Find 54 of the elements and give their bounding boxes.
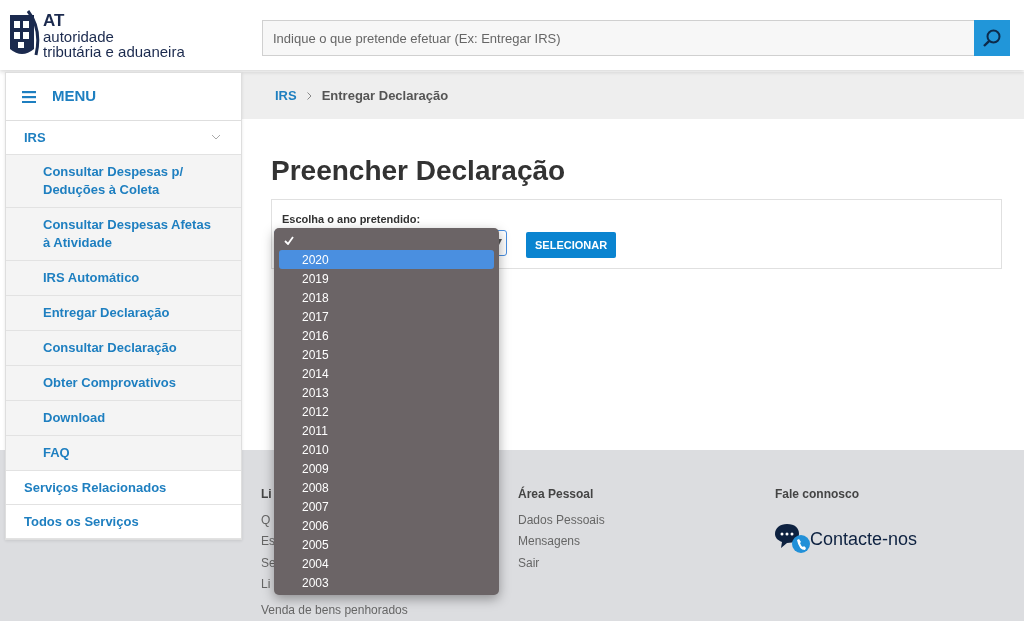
dropdown-option[interactable]: 2003	[279, 573, 494, 593]
footer-link[interactable]: Venda de bens penhorados	[261, 599, 408, 621]
footer-heading: Fale connosco	[775, 485, 860, 502]
dropdown-option[interactable]: 2011	[279, 421, 494, 441]
dropdown-option[interactable]: 2015	[279, 345, 494, 365]
dropdown-option[interactable]: 2007	[279, 497, 494, 517]
dropdown-option[interactable]: 2016	[279, 326, 494, 346]
breadcrumb-link[interactable]: Entregar Declaração	[321, 85, 449, 106]
dropdown-option[interactable]: 2005	[279, 535, 494, 555]
submenu-item[interactable]: Download	[6, 401, 241, 436]
dropdown-option[interactable]: 2008	[279, 478, 494, 498]
dropdown-option[interactable]: 2013	[279, 383, 494, 403]
submenu-item[interactable]: Consultar Despesas p/ Deduções à Coleta	[6, 155, 241, 208]
logo-acronym: AT	[43, 13, 66, 29]
dropdown-option[interactable]: 2009	[279, 459, 494, 479]
logo-text: tributária e aduaneira	[43, 44, 185, 59]
menu-icon	[22, 90, 36, 103]
search-field[interactable]: Indique o que pretende efetuar (Ex: Entregar IRS)	[262, 20, 974, 56]
chevron-right-icon	[306, 91, 312, 100]
dropdown-option[interactable]: 2019	[279, 269, 494, 289]
submenu-item[interactable]: Entregar Declaração	[6, 296, 241, 331]
sidebar-item[interactable]: Todos os Serviços	[6, 505, 241, 539]
submenu-item[interactable]: Consultar Despesas Afetas à Atividade	[6, 208, 241, 261]
submenu-item[interactable]: Consultar Declaração	[6, 331, 241, 366]
dropdown-option[interactable]: 2012	[279, 402, 494, 422]
chat-phone-icon	[775, 521, 811, 554]
submenu-item[interactable]: IRS Automático	[6, 261, 241, 296]
dropdown-option[interactable]: 2020	[279, 250, 494, 270]
search-button[interactable]	[974, 20, 1010, 56]
logo-text: autoridade	[43, 29, 115, 44]
submenu-item[interactable]: Obter Comprovativos	[6, 366, 241, 401]
select-button[interactable]: SELECIONAR	[526, 232, 617, 259]
search-icon	[982, 28, 1002, 48]
dropdown-option[interactable]: 2010	[279, 440, 494, 460]
page-title: Preencher Declaração	[271, 155, 567, 188]
footer-heading: Área Pessoal	[518, 485, 594, 502]
footer-link[interactable]: Sair	[518, 552, 540, 574]
footer-link[interactable]: Es	[261, 531, 275, 553]
field-label: Escolha o ano pretendido:	[282, 212, 422, 227]
breadcrumb-link[interactable]: IRS	[275, 85, 297, 106]
footer-link[interactable]: Mensagens	[518, 531, 581, 553]
submenu-item[interactable]: FAQ	[6, 436, 241, 471]
dropdown-option[interactable]: 2006	[279, 516, 494, 536]
dropdown-option[interactable]: 2018	[279, 288, 494, 308]
dropdown-option[interactable]: 2017	[279, 307, 494, 327]
menu-button[interactable]: MENU	[6, 73, 241, 121]
contact-link[interactable]: Contacte-nos	[775, 521, 918, 554]
dropdown-option[interactable]: 2014	[279, 364, 494, 384]
footer-link[interactable]: Q	[261, 509, 271, 531]
footer-link[interactable]: Dados Pessoais	[518, 509, 605, 531]
footer-link[interactable]: Li	[261, 574, 271, 596]
sidebar-item[interactable]: Serviços Relacionados	[6, 471, 241, 505]
dropdown-option[interactable]: 2004	[279, 554, 494, 574]
footer-heading: Li	[261, 485, 272, 502]
